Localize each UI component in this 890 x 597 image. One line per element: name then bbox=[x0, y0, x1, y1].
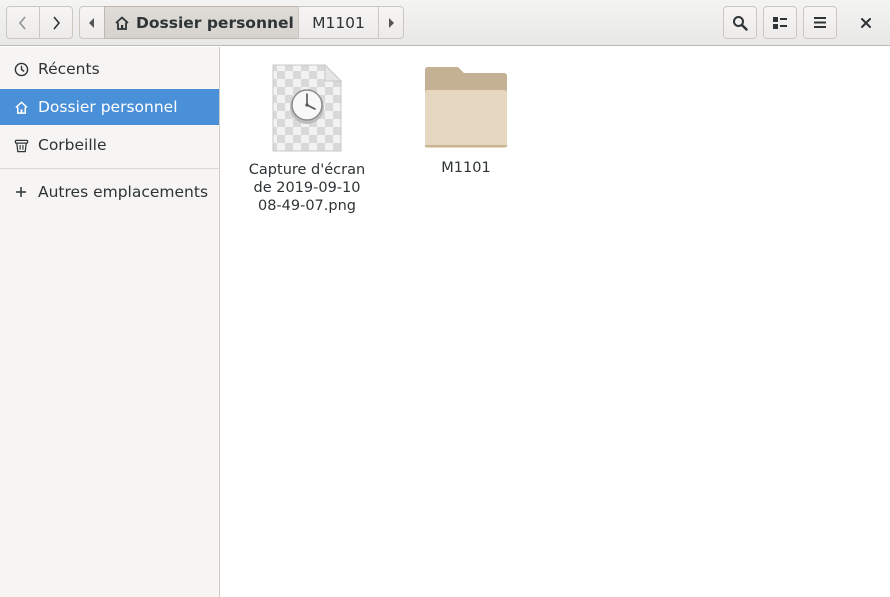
forward-button[interactable] bbox=[39, 6, 73, 39]
sidebar-item-trash[interactable]: Corbeille bbox=[0, 127, 219, 163]
plus-icon bbox=[13, 184, 29, 200]
trash-icon bbox=[13, 137, 29, 153]
file-name-label: M1101 bbox=[441, 160, 491, 176]
view-toggle-button[interactable] bbox=[763, 6, 797, 39]
clock-icon bbox=[13, 61, 29, 77]
chevron-left-icon bbox=[18, 15, 28, 30]
path-home-button[interactable]: Dossier personnel bbox=[104, 6, 299, 39]
home-icon bbox=[114, 15, 130, 31]
sidebar-item-home[interactable]: Dossier personnel bbox=[0, 89, 219, 125]
close-button[interactable] bbox=[849, 6, 883, 39]
sidebar: Récents Dossier personnel Corbeille Autr… bbox=[0, 47, 220, 597]
sidebar-item-other-locations[interactable]: Autres emplacements bbox=[0, 174, 219, 210]
file-item-folder-m1101[interactable]: M1101 bbox=[403, 63, 529, 177]
close-icon bbox=[861, 17, 871, 28]
search-button[interactable] bbox=[723, 6, 757, 39]
file-item-screenshot[interactable]: Capture d'écran de 2019-09-10 08-49-07.p… bbox=[243, 63, 371, 215]
file-name-label: Capture d'écran de 2019-09-10 08-49-07.p… bbox=[248, 162, 366, 214]
sidebar-separator bbox=[0, 168, 219, 169]
file-manager-window: Dossier personnel M1101 Récents Dossier … bbox=[0, 0, 890, 597]
image-file-icon bbox=[269, 63, 345, 157]
sidebar-item-label: Autres emplacements bbox=[38, 183, 209, 201]
triangle-right-icon bbox=[388, 17, 394, 28]
path-scroll-left-button[interactable] bbox=[79, 6, 105, 39]
sidebar-item-label: Dossier personnel bbox=[38, 98, 178, 116]
triangle-left-icon bbox=[89, 17, 95, 28]
header-bar: Dossier personnel M1101 bbox=[0, 0, 890, 46]
sidebar-item-label: Récents bbox=[38, 60, 100, 78]
search-icon bbox=[732, 15, 748, 31]
home-icon bbox=[13, 99, 29, 115]
view-toggle-icon bbox=[773, 16, 787, 29]
path-scroll-right-button[interactable] bbox=[378, 6, 404, 39]
path-current-label: M1101 bbox=[312, 13, 365, 32]
path-home-label: Dossier personnel bbox=[136, 13, 294, 32]
file-view[interactable]: Capture d'écran de 2019-09-10 08-49-07.p… bbox=[221, 47, 890, 597]
back-button[interactable] bbox=[6, 6, 40, 39]
hamburger-menu-icon bbox=[814, 17, 826, 28]
sidebar-item-label: Corbeille bbox=[38, 136, 107, 154]
chevron-right-icon bbox=[51, 15, 61, 30]
menu-button[interactable] bbox=[803, 6, 837, 39]
folder-icon bbox=[422, 63, 510, 155]
path-m1101-button[interactable]: M1101 bbox=[298, 6, 379, 39]
sidebar-item-recents[interactable]: Récents bbox=[0, 51, 219, 87]
